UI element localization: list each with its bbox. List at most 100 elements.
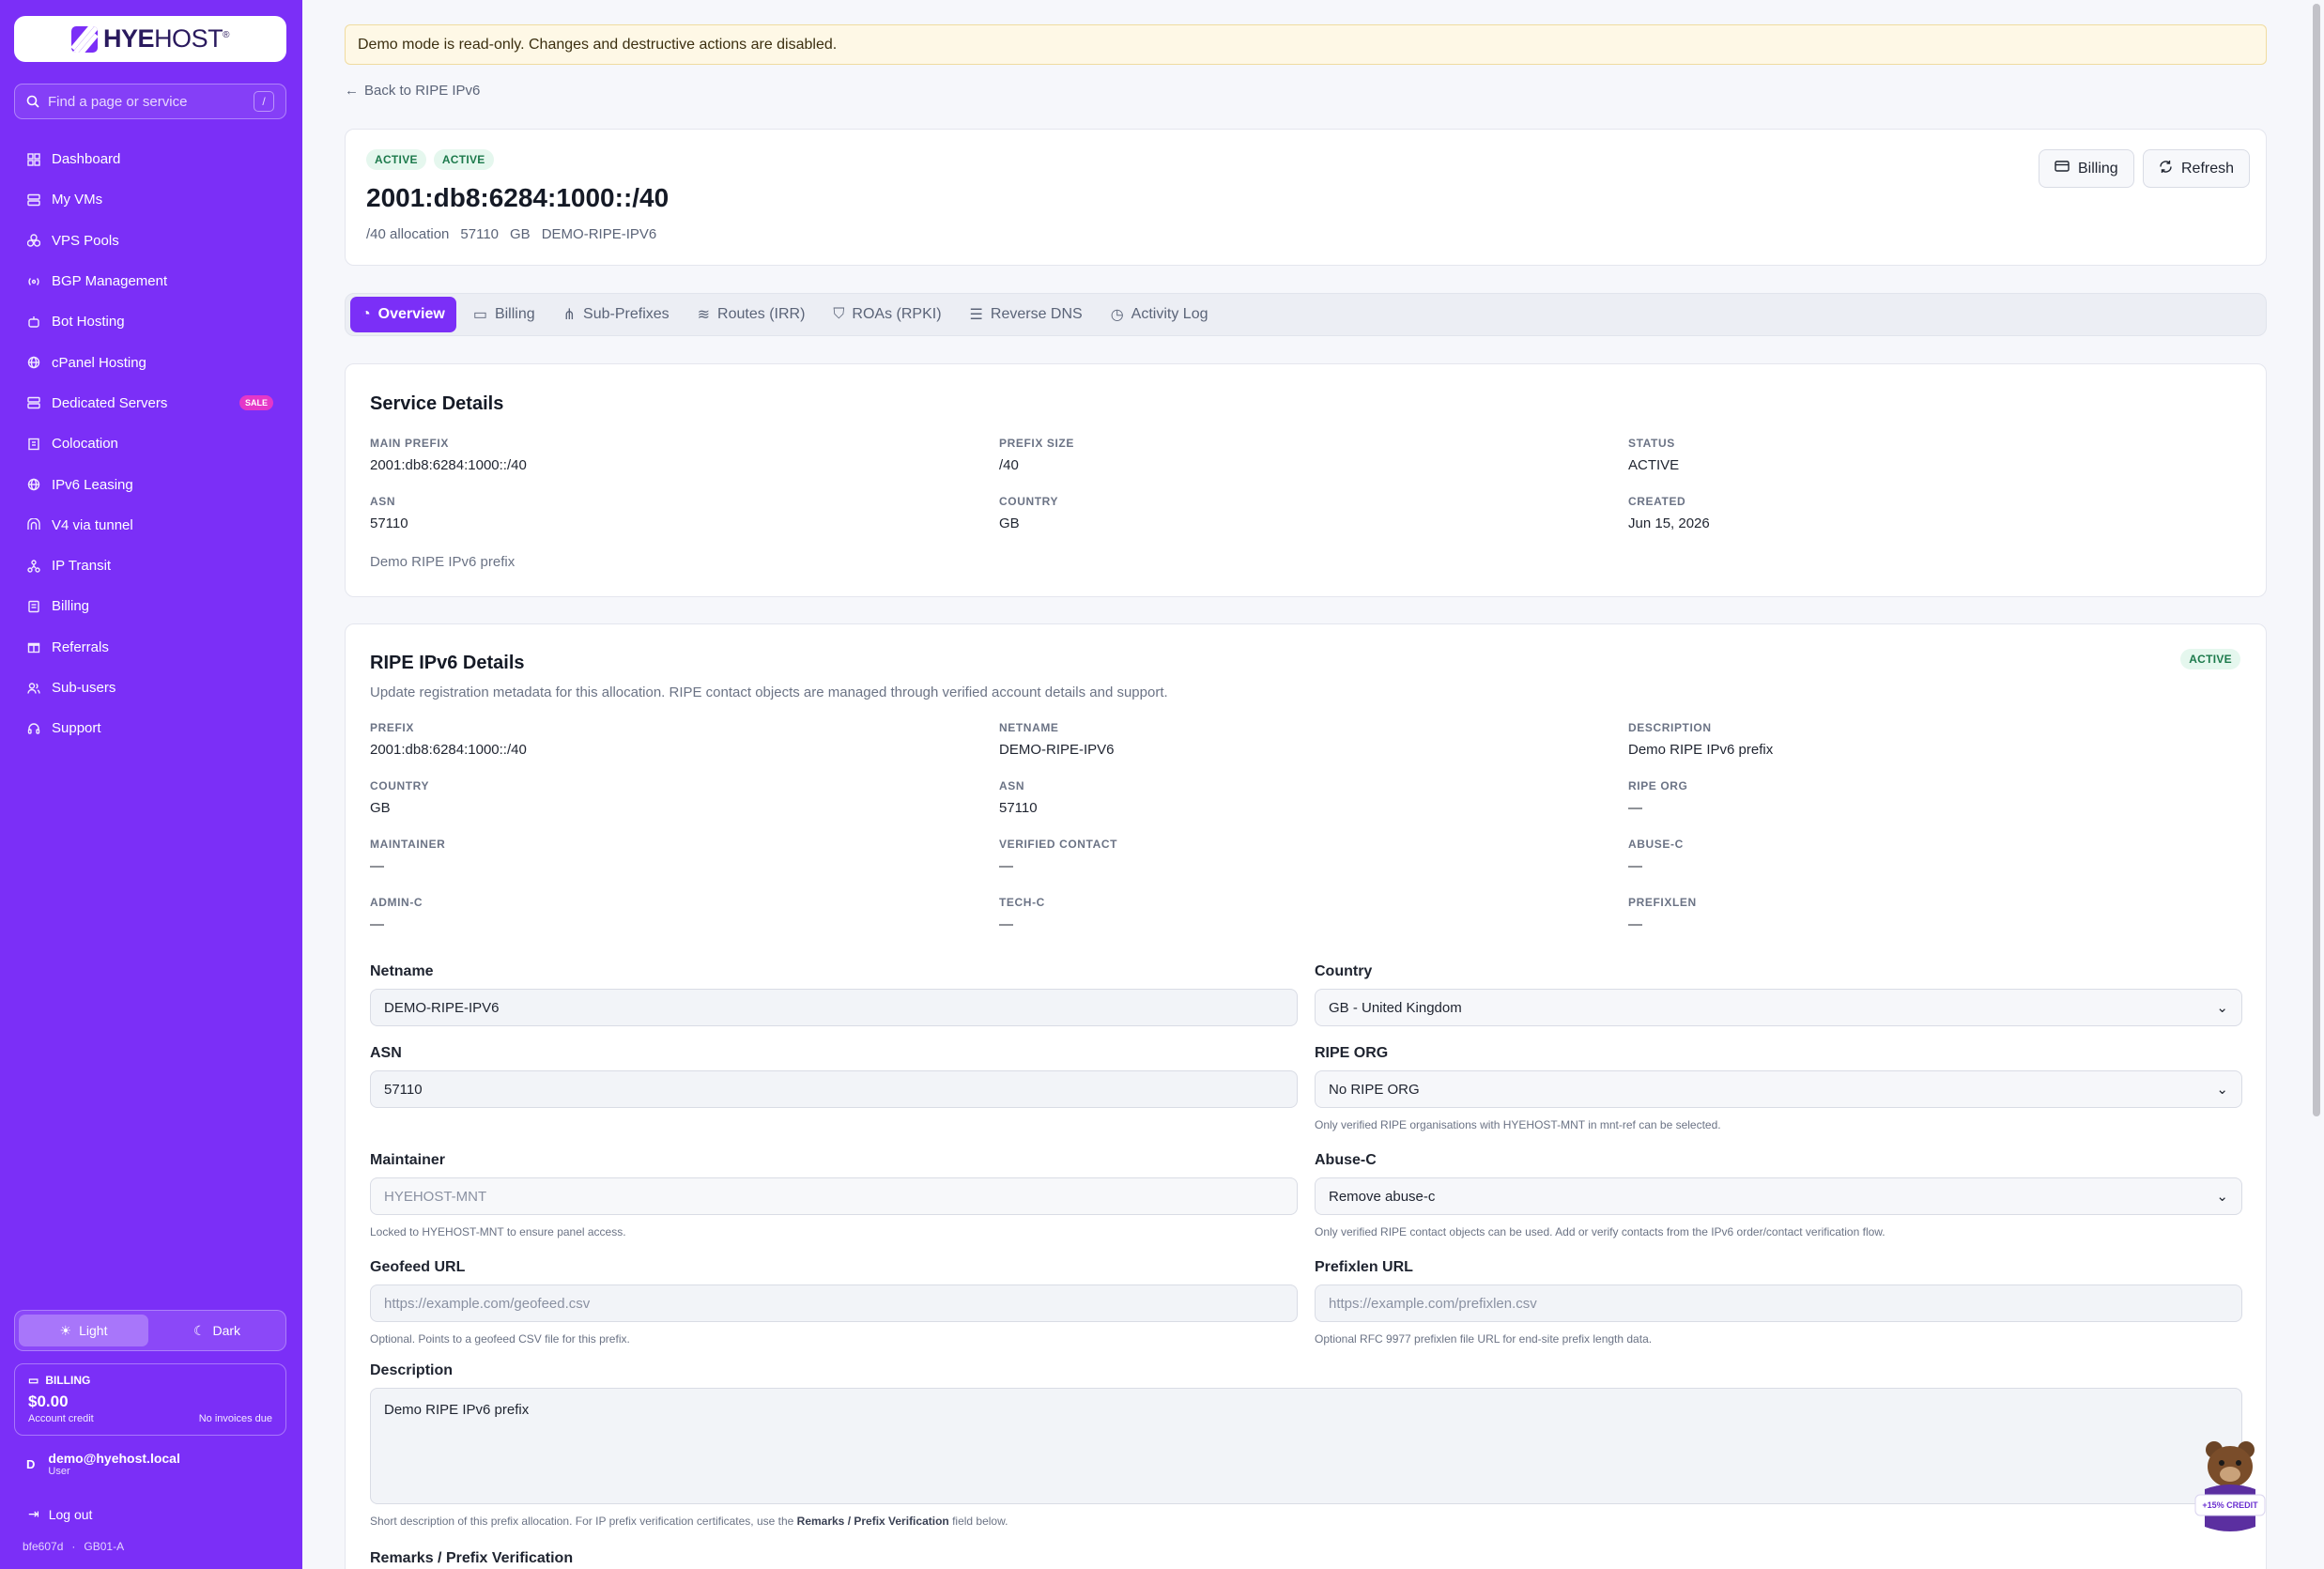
- billing-summary[interactable]: ▭ BILLING $0.00 Account credit No invoices…: [14, 1363, 286, 1436]
- sidebar-item-label: IPv6 Leasing: [52, 476, 133, 493]
- sidebar-item-v4-via-tunnel[interactable]: V4 via tunnel: [14, 505, 286, 546]
- tab-activity-log[interactable]: ◷ Activity Log: [1100, 297, 1220, 332]
- ripe-org-select[interactable]: No RIPE ORG ⌄: [1315, 1070, 2242, 1108]
- server-icon: [26, 396, 40, 410]
- description-hint: Short description of this prefix allocat…: [370, 1515, 2242, 1528]
- abuse-c-select[interactable]: Remove abuse-c ⌄: [1315, 1177, 2242, 1215]
- build-node: GB01-A: [84, 1540, 125, 1553]
- sidebar-item-support[interactable]: Support: [14, 708, 286, 748]
- field-ripe-org: RIPE ORG —: [1628, 779, 2248, 838]
- sidebar-item-ip-transit[interactable]: IP Transit: [14, 546, 286, 586]
- country-select-value: GB - United Kingdom: [1329, 999, 1462, 1016]
- build-hash: bfe607d: [23, 1540, 64, 1553]
- theme-light-button[interactable]: ☀ Light: [19, 1315, 148, 1346]
- field-label: PREFIXLEN: [1628, 896, 1697, 909]
- radio-icon: [26, 274, 40, 288]
- field-label: PREFIX SIZE: [999, 437, 1074, 450]
- ripe-details-card: RIPE IPv6 Details ACTIVE Update registra…: [345, 623, 2267, 1569]
- field-created: CREATED Jun 15, 2026: [1628, 495, 2248, 553]
- netname-input[interactable]: DEMO-RIPE-IPV6: [370, 989, 1298, 1026]
- sidebar-item-label: IP Transit: [52, 558, 112, 575]
- sidebar-item-label: Colocation: [52, 436, 118, 453]
- section-title: RIPE IPv6 Details: [370, 653, 525, 673]
- tab-billing[interactable]: ▭ Billing: [462, 297, 546, 332]
- page-scrollbar[interactable]: [2313, 4, 2320, 1116]
- country-group: Country GB - United Kingdom ⌄: [1315, 963, 2242, 1026]
- billing-amount: $0.00: [28, 1392, 69, 1410]
- sidebar-item-sub-users[interactable]: Sub-users: [14, 668, 286, 708]
- remarks-label: Remarks / Prefix Verification: [370, 1550, 574, 1566]
- tab-roas-rpki[interactable]: ⛉ ROAs (RPKI): [822, 297, 952, 332]
- field-abuse-c: ABUSE-C —: [1628, 838, 2248, 896]
- sun-icon: ☀: [59, 1322, 72, 1338]
- billing-button[interactable]: Billing: [2039, 149, 2134, 188]
- field-value: Jun 15, 2026: [1628, 515, 1710, 531]
- moon-icon: ☾: [192, 1322, 206, 1338]
- field-label: ABUSE-C: [1628, 838, 1684, 851]
- sidebar-item-referrals[interactable]: Referrals: [14, 627, 286, 668]
- sidebar-nav: Dashboard My VMs VPS Pools BGP Managemen…: [14, 139, 286, 748]
- headset-icon: [26, 721, 40, 735]
- refresh-button[interactable]: Refresh: [2143, 149, 2251, 188]
- back-link[interactable]: ← Back to RIPE IPv6: [345, 83, 480, 99]
- arrow-left-icon: ←: [345, 83, 359, 99]
- tab-reverse-dns[interactable]: ☰ Reverse DNS: [959, 297, 1094, 332]
- sidebar-item-label: My VMs: [52, 192, 103, 208]
- geofeed-hint: Optional. Points to a geofeed CSV file f…: [370, 1332, 630, 1346]
- field-value: —: [1628, 916, 1642, 932]
- field-prefix-size: PREFIX SIZE/40: [999, 437, 1628, 495]
- prefixlen-input[interactable]: https://example.com/prefixlen.csv: [1315, 1284, 2242, 1322]
- tab-label: Overview: [377, 306, 445, 322]
- theme-dark-label: Dark: [212, 1323, 241, 1338]
- user-profile[interactable]: D demo@hyehost.local User: [26, 1451, 180, 1477]
- asn-input[interactable]: 57110: [370, 1070, 1298, 1108]
- sidebar-item-label: Dashboard: [52, 151, 121, 168]
- globe-icon: [26, 478, 40, 492]
- sidebar-item-dedicated-servers[interactable]: Dedicated Servers SALE: [14, 383, 286, 423]
- sidebar-item-cpanel-hosting[interactable]: cPanel Hosting: [14, 342, 286, 382]
- field-label: DESCRIPTION: [1628, 721, 1712, 734]
- tab-routes-irr[interactable]: ≋ Routes (IRR): [686, 297, 817, 332]
- country-select[interactable]: GB - United Kingdom ⌄: [1315, 989, 2242, 1026]
- logout-button[interactable]: ⇥ Log out: [28, 1506, 92, 1522]
- gift-icon: [26, 640, 40, 654]
- description-textarea[interactable]: Demo RIPE IPv6 prefix: [370, 1388, 2242, 1504]
- promo-mascot[interactable]: +15% CREDIT: [2188, 1437, 2272, 1540]
- tab-sub-prefixes[interactable]: ⋔ Sub-Prefixes: [552, 297, 681, 332]
- geofeed-input[interactable]: https://example.com/geofeed.csv: [370, 1284, 1298, 1322]
- field-value: —: [1628, 858, 1642, 874]
- sidebar-item-dashboard[interactable]: Dashboard: [14, 139, 286, 179]
- field-verified-contact: VERIFIED CONTACT —: [999, 838, 1628, 896]
- field-label: PREFIX: [370, 721, 414, 734]
- receipt-icon: [26, 599, 40, 613]
- geofeed-group: Geofeed URL https://example.com/geofeed.…: [370, 1259, 1298, 1346]
- field-label: TECH-C: [999, 896, 1045, 909]
- netname-group: Netname DEMO-RIPE-IPV6: [370, 963, 1298, 1026]
- country-label: Country: [1315, 963, 1373, 979]
- sidebar-item-billing[interactable]: Billing: [14, 586, 286, 626]
- theme-dark-button[interactable]: ☾ Dark: [152, 1315, 282, 1346]
- netname-label: Netname: [370, 963, 434, 979]
- sidebar-item-ipv6-leasing[interactable]: IPv6 Leasing: [14, 464, 286, 504]
- sidebar-item-colocation[interactable]: Colocation: [14, 423, 286, 464]
- build-separator: ·: [71, 1540, 76, 1553]
- tab-overview[interactable]: ◔ Overview: [350, 297, 456, 332]
- field-value: GB: [370, 800, 391, 816]
- sidebar-item-label: Sub-users: [52, 680, 116, 696]
- description-group: Description Demo RIPE IPv6 prefix Short …: [370, 1362, 2242, 1528]
- theme-light-label: Light: [79, 1323, 108, 1338]
- tab-bar: ◔ Overview ▭ Billing ⋔ Sub-Prefixes ≋ Routes…: [345, 293, 2267, 336]
- sidebar-search-input[interactable]: Find a page or service /: [14, 84, 286, 119]
- sidebar-item-bot-hosting[interactable]: Bot Hosting: [14, 301, 286, 342]
- field-label: ADMIN-C: [370, 896, 423, 909]
- back-link-label: Back to RIPE IPv6: [364, 83, 481, 99]
- sidebar-item-label: Dedicated Servers: [52, 394, 168, 411]
- sidebar-item-bgp-management[interactable]: BGP Management: [14, 261, 286, 301]
- field-label: COUNTRY: [999, 495, 1059, 508]
- logo[interactable]: HYEHOST®: [14, 16, 286, 62]
- sidebar-item-vps-pools[interactable]: VPS Pools: [14, 221, 286, 261]
- prefixlen-hint: Optional RFC 9977 prefixlen file URL for…: [1315, 1332, 1653, 1346]
- ripe-details-grid: PREFIX 2001:db8:6284:1000::/40 NETNAME DEM…: [370, 721, 2248, 954]
- sidebar-item-my-vms[interactable]: My VMs: [14, 179, 286, 220]
- field-value: 57110: [999, 800, 1038, 816]
